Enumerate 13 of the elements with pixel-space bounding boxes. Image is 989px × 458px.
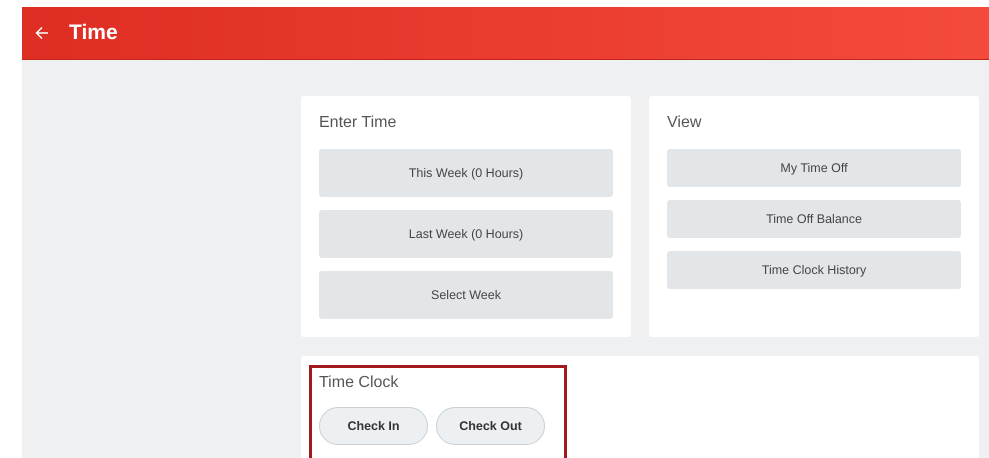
action-button[interactable]: Select Week: [319, 271, 613, 319]
action-button[interactable]: This Week (0 Hours): [319, 149, 613, 197]
action-button[interactable]: Time Off Balance: [667, 200, 961, 238]
page-title: Time: [69, 21, 118, 45]
clock-button[interactable]: Check In: [319, 407, 428, 445]
card-title: Enter Time: [319, 114, 398, 132]
card-title: Time Clock: [319, 374, 400, 392]
card-title: View: [667, 114, 702, 132]
action-button[interactable]: Last Week (0 Hours): [319, 210, 613, 258]
clock-button[interactable]: Check Out: [436, 407, 545, 445]
action-button[interactable]: My Time Off: [667, 149, 961, 187]
action-button[interactable]: Time Clock History: [667, 251, 961, 289]
back-arrow-icon[interactable]: [35, 26, 49, 40]
